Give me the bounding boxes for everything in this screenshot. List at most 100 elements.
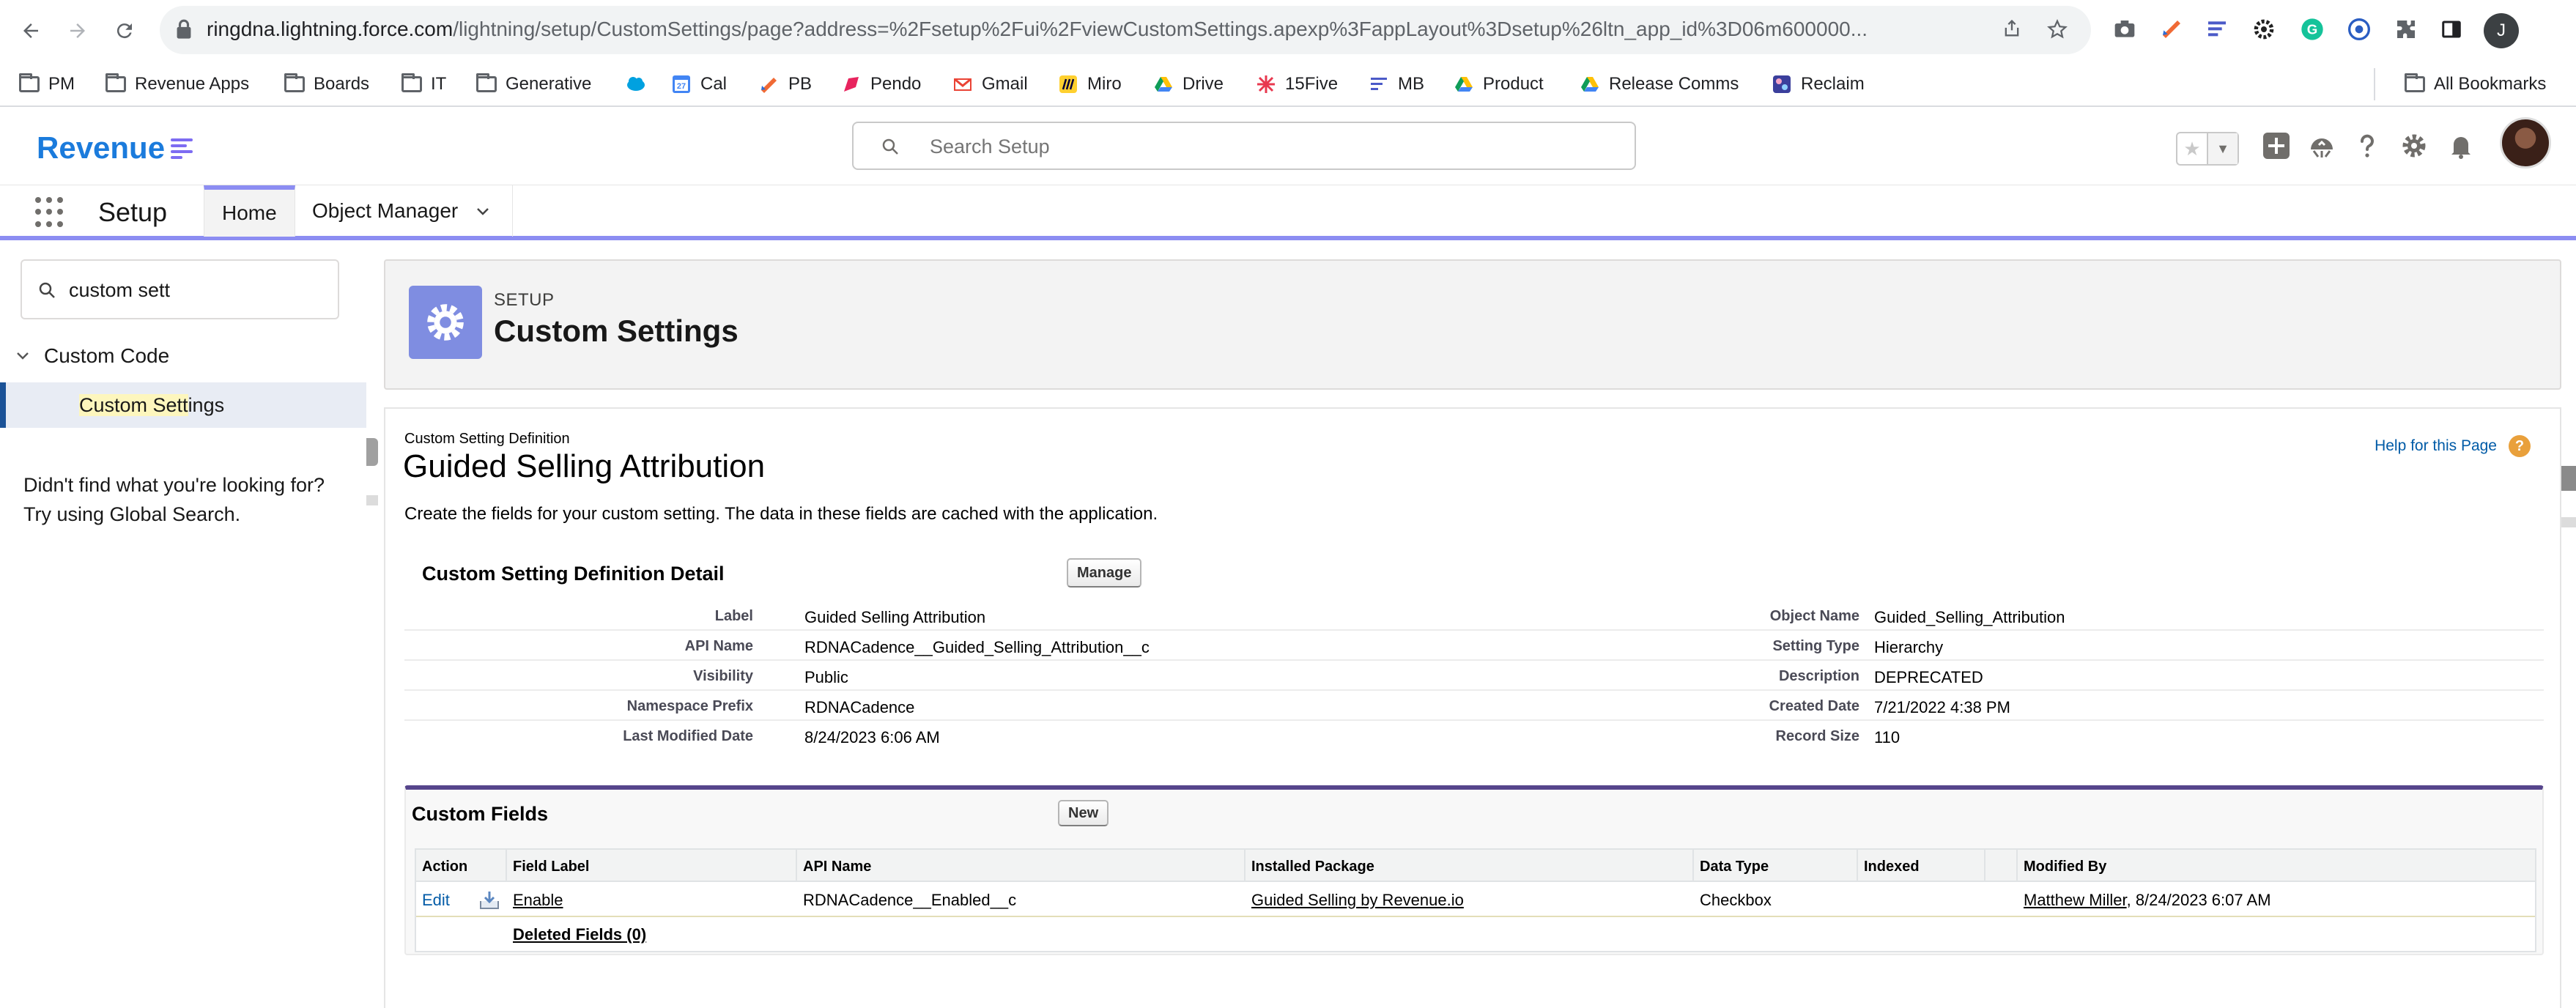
drive-icon <box>1581 77 1599 92</box>
chevron-down-icon[interactable] <box>474 202 492 220</box>
bookmark-revenue-apps[interactable]: Revenue Apps <box>106 72 249 97</box>
scrollbar-thumb[interactable] <box>2561 466 2576 491</box>
quick-find-input[interactable] <box>69 277 333 303</box>
camera-extension-icon[interactable] <box>2110 15 2139 44</box>
detail-section-title: Custom Setting Definition Detail <box>422 563 725 585</box>
bookmark-gmail[interactable]: Gmail <box>952 72 1028 97</box>
notifications-bell-icon[interactable] <box>2444 129 2478 163</box>
forward-icon[interactable] <box>60 13 95 48</box>
field-label: Record Size <box>1775 728 1859 744</box>
address-bar[interactable]: ringdna.lightning.force.com/lightning/se… <box>160 6 2091 54</box>
definition-detail-table: Label Guided Selling Attribution Object … <box>404 601 2544 751</box>
pb-extension-icon[interactable] <box>2157 15 2186 44</box>
field-label: Namespace Prefix <box>626 698 753 714</box>
back-icon[interactable] <box>13 13 48 48</box>
bookmark-drive[interactable]: Drive <box>1153 72 1224 97</box>
field-label: Label <box>714 608 753 624</box>
favorite-star-icon[interactable]: ★ <box>2177 133 2207 164</box>
bookmark-reclaim[interactable]: Reclaim <box>1772 72 1865 97</box>
all-bookmarks[interactable]: All Bookmarks <box>2374 68 2546 100</box>
deleted-fields-link[interactable]: Deleted Fields (0) <box>513 925 646 944</box>
search-icon <box>882 138 898 155</box>
bookmark-it[interactable]: IT <box>401 72 446 97</box>
bookmark-pendo[interactable]: Pendo <box>841 72 921 97</box>
trailhead-icon[interactable] <box>2305 129 2339 163</box>
column-header-data-type[interactable]: Data Type <box>1700 859 1769 875</box>
user-avatar[interactable] <box>2500 117 2551 168</box>
column-header-installed-package[interactable]: Installed Package <box>1251 859 1374 875</box>
help-question-icon: ? <box>2509 435 2531 457</box>
sidebar-item-custom-settings[interactable]: Custom Settings <box>0 382 366 428</box>
column-header-api-name[interactable]: API Name <box>803 859 871 875</box>
setup-gear-icon[interactable] <box>2397 129 2431 163</box>
reclaim-icon <box>1773 75 1791 93</box>
search-icon <box>39 282 55 298</box>
bookmark-boards[interactable]: Boards <box>284 72 369 97</box>
tab-home[interactable]: Home <box>204 185 295 237</box>
revenue-logo[interactable]: Revenue <box>37 130 196 166</box>
search-setup-input[interactable] <box>930 133 1589 160</box>
favorites-dropdown-icon[interactable]: ▼ <box>2207 133 2238 164</box>
setup-sidebar: Custom Code Custom Settings Didn't find … <box>0 245 366 1008</box>
folder-icon <box>106 73 126 92</box>
star-icon[interactable] <box>2046 18 2069 42</box>
search-setup-box[interactable] <box>852 122 1636 170</box>
profile-avatar[interactable]: J <box>2484 13 2519 48</box>
bookmark-cal[interactable]: 27 Cal <box>671 72 727 97</box>
passwords-extension-icon[interactable] <box>2344 15 2374 44</box>
grammarly-icon[interactable]: G <box>2298 15 2327 44</box>
help-for-page-link[interactable]: Help for this Page ? <box>2375 435 2531 457</box>
sidebar-item-label: Custom Settings <box>79 394 225 416</box>
field-label-link[interactable]: Enable <box>513 891 563 910</box>
bookmark-miro[interactable]: Miro <box>1058 72 1122 97</box>
app-launcher-icon[interactable] <box>35 197 66 228</box>
bookmark-release-comms[interactable]: Release Comms <box>1580 72 1739 97</box>
folder-icon <box>19 73 40 92</box>
intro-text: Create the fields for your custom settin… <box>404 504 1158 524</box>
calendar-icon: 27 <box>673 75 690 93</box>
global-add-icon[interactable] <box>2259 129 2293 163</box>
column-header-field-label[interactable]: Field Label <box>513 859 589 875</box>
bookmark-pm[interactable]: PM <box>19 72 75 97</box>
reload-icon[interactable] <box>107 13 142 48</box>
installed-package-link[interactable]: Guided Selling by Revenue.io <box>1251 891 1464 910</box>
list-extension-icon[interactable] <box>2202 15 2232 44</box>
mb-icon <box>1371 78 1387 90</box>
field-value: 8/24/2023 6:06 AM <box>804 728 940 746</box>
field-label: Created Date <box>1769 698 1859 714</box>
field-value: RDNACadence__Guided_Selling_Attribution_… <box>804 638 1150 656</box>
bookmark-product[interactable]: Product <box>1454 72 1544 97</box>
column-header-modified-by[interactable]: Modified By <box>2024 859 2106 875</box>
field-value: Guided Selling Attribution <box>804 608 986 626</box>
bookmark-salesforce[interactable] <box>626 72 655 97</box>
gmail-icon <box>954 78 971 91</box>
tab-object-manager[interactable]: Object Manager <box>295 185 513 237</box>
bookmark-mb[interactable]: MB <box>1369 72 1424 97</box>
edit-link[interactable]: Edit <box>422 891 450 910</box>
quick-find-box[interactable] <box>21 259 339 319</box>
share-icon[interactable] <box>2000 18 2024 42</box>
splitter-handle[interactable] <box>366 438 378 466</box>
column-header-indexed[interactable]: Indexed <box>1864 859 1920 875</box>
salesforce-icon <box>627 77 645 91</box>
manage-button[interactable]: Manage <box>1067 558 1142 588</box>
bookmark-15five[interactable]: 15Five <box>1256 72 1338 97</box>
new-field-button[interactable]: New <box>1058 800 1109 826</box>
field-label: Description <box>1778 668 1859 684</box>
bookmark-pb[interactable]: PB <box>759 72 812 97</box>
sidebar-splitter[interactable] <box>366 220 378 1008</box>
tree-node-custom-code[interactable]: Custom Code <box>15 344 169 368</box>
chevron-down-icon[interactable] <box>15 348 31 364</box>
bookmark-generative[interactable]: Generative <box>476 72 591 97</box>
favorites-button-group[interactable]: ★ ▼ <box>2176 132 2239 166</box>
detail-row: Visibility Public Description DEPRECATED <box>404 661 2544 691</box>
help-icon[interactable] <box>2350 129 2384 163</box>
table-row: Edit Enable RDNACadence__Enabled__c Guid… <box>416 882 2535 917</box>
side-panel-icon[interactable] <box>2437 15 2466 44</box>
tree-node-label: Custom Code <box>44 344 170 367</box>
not-found-hint: Didn't find what you're looking for? Try… <box>23 474 325 525</box>
gear-extension-icon[interactable] <box>2249 15 2279 44</box>
puzzle-extensions-icon[interactable] <box>2391 15 2421 44</box>
modified-by-user-link[interactable]: Matthew Miller <box>2024 891 2127 909</box>
logo-bars-icon <box>171 136 196 160</box>
